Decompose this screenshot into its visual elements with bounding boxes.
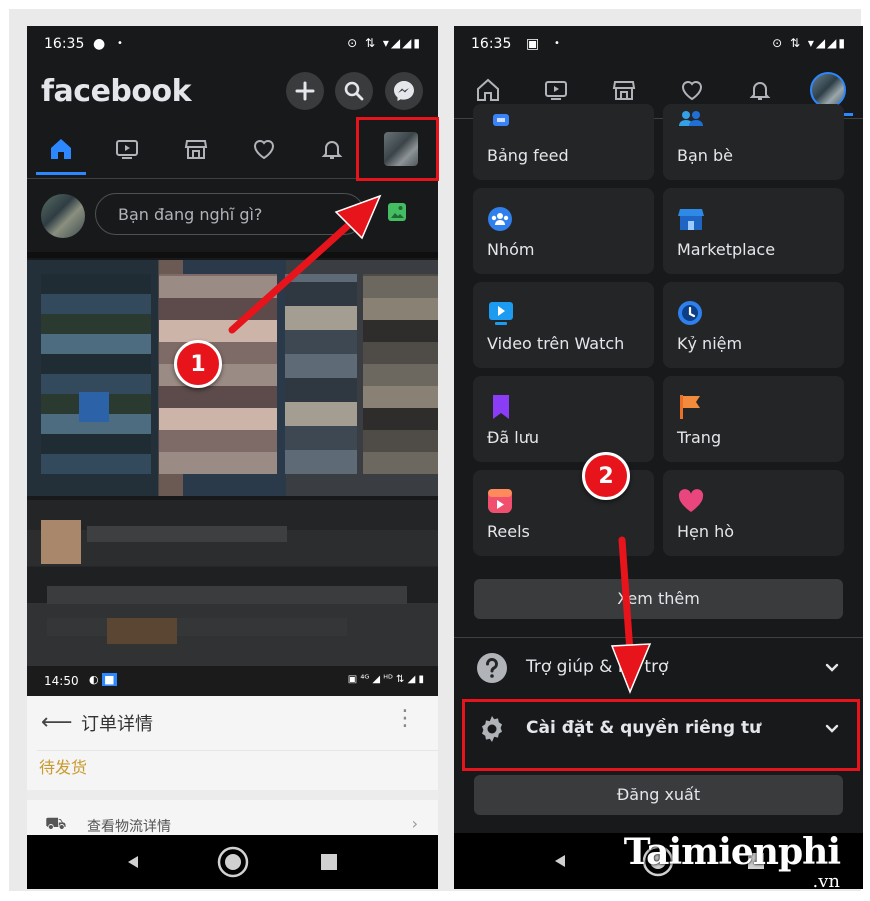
arrow-to-settings [610, 536, 652, 695]
watermark-domain: .vn [812, 871, 840, 892]
watermark: Taimienphi .vn [623, 831, 841, 892]
step-badge-2: 2 [582, 452, 630, 500]
step-badge-1: 1 [174, 340, 222, 388]
annotation-arrows [228, 194, 652, 695]
arrow-to-menu [228, 194, 382, 334]
watermark-text: Taimienphi [623, 831, 841, 873]
